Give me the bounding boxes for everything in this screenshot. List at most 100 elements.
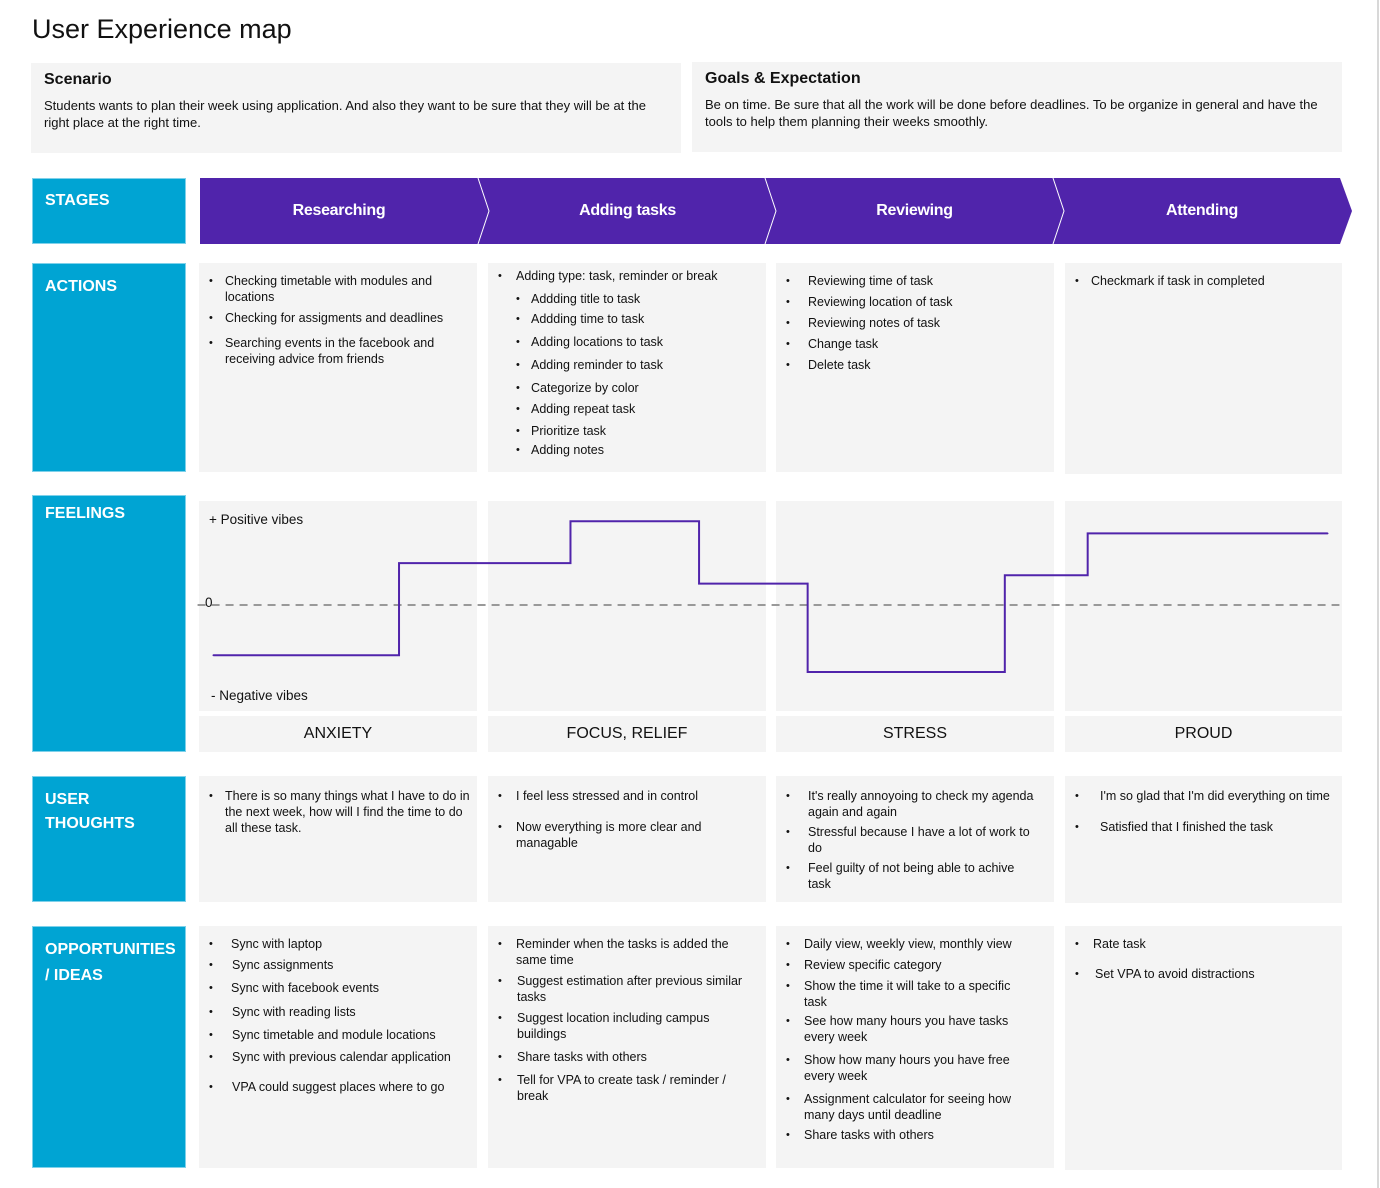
list-item: Adding locations to task xyxy=(488,335,766,351)
thoughts-list: There is so many things what I have to d… xyxy=(199,788,477,836)
list-item: Show how many hours you have free every … xyxy=(776,1052,1030,1084)
list-item: Reviewing time of task xyxy=(776,273,1054,289)
row-label-opportunities-line2: / IDEAS xyxy=(45,967,103,984)
list-item: Sync timetable and module locations xyxy=(199,1027,477,1043)
scenario-text: Students wants to plan their week using … xyxy=(44,98,646,130)
list-item: Sync with reading lists xyxy=(199,1004,477,1020)
list-item: Feel guilty of not being able to achive … xyxy=(776,860,1040,892)
goals-text: Be on time. Be sure that all the work wi… xyxy=(705,97,1318,129)
list-item: Prioritize task xyxy=(488,424,766,440)
list-item: Share tasks with others xyxy=(488,1049,746,1065)
row-label-stages: STAGES xyxy=(32,178,186,244)
scenario-heading: Scenario xyxy=(44,71,112,88)
list-item: Searching events in the facebook and rec… xyxy=(199,335,477,367)
opportunities-list: Rate task Set VPA to avoid distractions xyxy=(1065,936,1342,982)
list-item: Adding reminder to task xyxy=(488,358,766,374)
stage-reviewing: Reviewing xyxy=(876,202,953,219)
feelings-cell-adding-tasks xyxy=(488,501,766,711)
stage-attending: Attending xyxy=(1166,202,1238,219)
row-label-user-thoughts-line2: THOUGHTS xyxy=(45,815,135,832)
actions-cell-reviewing: Reviewing time of task Reviewing locatio… xyxy=(776,263,1054,472)
actions-cell-adding-tasks: Adding type: task, reminder or break Add… xyxy=(488,263,766,472)
opportunities-cell-attending: Rate task Set VPA to avoid distractions xyxy=(1065,926,1342,1170)
negative-vibes-label: - Negative vibes xyxy=(211,688,308,703)
list-item: See how many hours you have tasks every … xyxy=(776,1013,1030,1045)
emotion-stress: STRESS xyxy=(776,716,1054,752)
stage-adding-tasks: Adding tasks xyxy=(579,202,676,219)
list-item: Now everything is more clear and managab… xyxy=(488,819,766,851)
feelings-cell-attending xyxy=(1065,501,1342,711)
thoughts-list: I feel less stressed and in control Now … xyxy=(488,788,766,851)
row-label-user-thoughts: USER THOUGHTS xyxy=(32,776,186,902)
emotion-focus-relief: FOCUS, RELIEF xyxy=(488,716,766,752)
list-item: It's really annoyoing to check my agenda… xyxy=(776,788,1040,820)
row-label-feelings: FEELINGS xyxy=(32,495,186,752)
list-item: Suggest estimation after previous simila… xyxy=(488,973,746,1005)
thoughts-cell-adding-tasks: I feel less stressed and in control Now … xyxy=(488,776,766,902)
goals-heading: Goals & Expectation xyxy=(705,70,861,87)
list-item: Reviewing location of task xyxy=(776,294,1054,310)
list-item: Adding type: task, reminder or break xyxy=(488,269,766,285)
opportunities-cell-reviewing: Daily view, weekly view, monthly view Re… xyxy=(776,926,1054,1168)
list-item: Daily view, weekly view, monthly view xyxy=(776,936,1030,952)
list-item: Sync assignments xyxy=(199,957,477,973)
list-item: Checking timetable with modules and loca… xyxy=(199,273,477,305)
zero-label: 0 xyxy=(205,595,213,610)
list-item: Suggest location including campus buildi… xyxy=(488,1010,746,1042)
list-item: Addding time to task xyxy=(488,312,766,328)
list-item: Sync with facebook events xyxy=(199,980,477,996)
list-item: Review specific category xyxy=(776,957,1030,973)
thoughts-list: It's really annoyoing to check my agenda… xyxy=(776,788,1054,892)
feelings-cell-reviewing xyxy=(776,501,1054,711)
list-item: I feel less stressed and in control xyxy=(488,788,766,804)
list-item: VPA could suggest places where to go xyxy=(199,1079,477,1095)
goals-box: Goals & Expectation Be on time. Be sure … xyxy=(692,62,1342,152)
list-item: Share tasks with others xyxy=(776,1127,1030,1143)
list-item: I'm so glad that I'm did everything on t… xyxy=(1065,788,1342,804)
list-item: Stressful because I have a lot of work t… xyxy=(776,824,1040,856)
row-label-actions: ACTIONS xyxy=(32,263,186,472)
list-item: Satisfied that I finished the task xyxy=(1065,819,1342,835)
row-label-actions-text: ACTIONS xyxy=(45,278,117,295)
row-label-opportunities: OPPORTUNITIES / IDEAS xyxy=(32,926,186,1168)
actions-list: Adding type: task, reminder or break Add… xyxy=(488,269,766,459)
list-item: Adding repeat task xyxy=(488,402,766,418)
list-item: Checking for assigments and deadlines xyxy=(199,310,477,326)
list-item: Reminder when the tasks is added the sam… xyxy=(488,936,746,968)
opportunities-cell-researching: Sync with laptop Sync assignments Sync w… xyxy=(199,926,477,1168)
thoughts-cell-reviewing: It's really annoyoing to check my agenda… xyxy=(776,776,1054,902)
thoughts-cell-researching: There is so many things what I have to d… xyxy=(199,776,477,902)
scenario-box: Scenario Students wants to plan their we… xyxy=(31,63,681,153)
page-title: User Experience map xyxy=(32,14,292,44)
opportunities-cell-adding-tasks: Reminder when the tasks is added the sam… xyxy=(488,926,766,1168)
row-label-user-thoughts-line1: USER xyxy=(45,791,90,808)
list-item: Tell for VPA to create task / reminder /… xyxy=(488,1072,746,1104)
row-label-feelings-text: FEELINGS xyxy=(45,505,126,522)
list-item: There is so many things what I have to d… xyxy=(199,788,477,836)
list-item: Sync with laptop xyxy=(199,936,477,952)
list-item: Adding notes xyxy=(488,443,766,459)
thoughts-list: I'm so glad that I'm did everything on t… xyxy=(1065,788,1342,835)
list-item: Change task xyxy=(776,336,1054,352)
list-item: Addding title to task xyxy=(488,292,766,308)
opportunities-list: Reminder when the tasks is added the sam… xyxy=(488,936,766,1104)
list-item: Checkmark if task in completed xyxy=(1065,273,1342,289)
emotion-proud: PROUD xyxy=(1065,716,1342,752)
list-item: Assignment calculator for seeing how man… xyxy=(776,1091,1030,1123)
list-item: Categorize by color xyxy=(488,381,766,397)
actions-list: Checking timetable with modules and loca… xyxy=(199,273,477,367)
feelings-cell-researching xyxy=(199,501,477,711)
emotion-anxiety: ANXIETY xyxy=(199,716,477,752)
actions-cell-attending: Checkmark if task in completed xyxy=(1065,263,1342,474)
row-label-stages-text: STAGES xyxy=(45,192,110,209)
thoughts-cell-attending: I'm so glad that I'm did everything on t… xyxy=(1065,776,1342,903)
list-item: Reviewing notes of task xyxy=(776,315,1054,331)
stage-researching: Researching xyxy=(292,202,386,219)
page-right-border xyxy=(1377,0,1379,1188)
list-item: Rate task xyxy=(1065,936,1342,952)
positive-vibes-label: + Positive vibes xyxy=(209,512,304,527)
list-item: Set VPA to avoid distractions xyxy=(1065,966,1342,982)
row-label-opportunities-line1: OPPORTUNITIES xyxy=(45,941,176,958)
actions-list: Reviewing time of task Reviewing locatio… xyxy=(776,273,1054,373)
list-item: Show the time it will take to a specific… xyxy=(776,978,1030,1010)
